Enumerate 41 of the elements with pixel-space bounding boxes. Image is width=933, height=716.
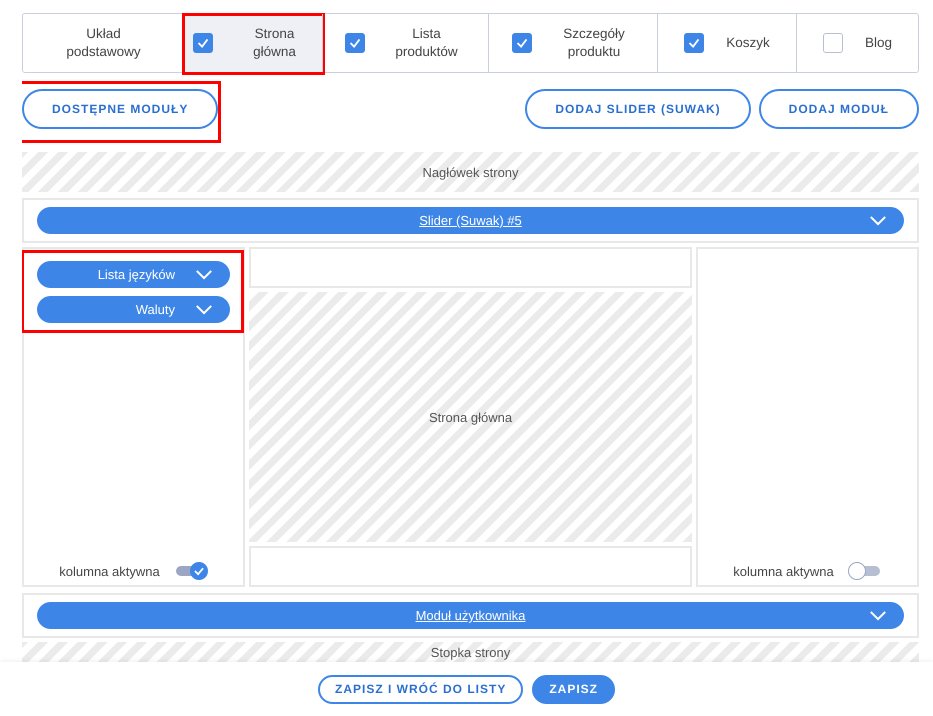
- save-and-return-button[interactable]: ZAPISZ I WRÓĆ DO LISTY: [318, 674, 524, 704]
- chevron-down-icon[interactable]: [869, 610, 887, 621]
- tab[interactable]: Układ podstawowy: [23, 14, 184, 72]
- bar-title-link[interactable]: Moduł użytkownika: [416, 608, 526, 623]
- tab-label: Lista produktów: [394, 25, 459, 61]
- chevron-down-icon[interactable]: [869, 215, 887, 226]
- column-active-label: kolumna aktywna: [59, 564, 160, 578]
- tab-label: Szczegóły produktu: [562, 25, 626, 61]
- zone-label: Stopka strony: [430, 645, 510, 660]
- column-active-label: kolumna aktywna: [733, 564, 834, 578]
- outline-button[interactable]: DODAJ SLIDER (SUWAK): [525, 89, 751, 129]
- tab[interactable]: Koszyk: [657, 14, 796, 72]
- tab-label: Strona główna: [252, 25, 297, 61]
- checkbox[interactable]: [684, 33, 704, 53]
- outline-button[interactable]: DODAJ MODUŁ: [758, 89, 919, 129]
- tab[interactable]: Strona główna: [184, 14, 322, 72]
- module-bar[interactable]: Moduł użytkownika: [37, 602, 904, 629]
- checkbox[interactable]: [822, 33, 843, 53]
- bar-title-link[interactable]: Slider (Suwak) #5: [419, 213, 522, 228]
- checkbox[interactable]: [344, 33, 364, 53]
- module-pill[interactable]: Waluty: [37, 296, 230, 323]
- slider-bar[interactable]: Slider (Suwak) #5: [37, 207, 904, 234]
- chevron-down-icon[interactable]: [195, 269, 213, 280]
- tab-label: Koszyk: [726, 34, 770, 52]
- checkbox[interactable]: [192, 33, 212, 53]
- zone-label: Nagłówek strony: [422, 164, 519, 180]
- chevron-down-icon[interactable]: [195, 304, 213, 315]
- module-pill[interactable]: Lista języków: [37, 261, 230, 288]
- checkbox[interactable]: [512, 33, 532, 53]
- tab[interactable]: Szczegóły produktu: [488, 14, 657, 72]
- module-label: Waluty: [136, 302, 175, 317]
- save-button[interactable]: ZAPISZ: [532, 674, 615, 704]
- tab[interactable]: Lista produktów: [322, 14, 488, 72]
- tab[interactable]: Blog: [796, 14, 918, 72]
- toggle-switch[interactable]: [174, 562, 208, 580]
- toggle-switch[interactable]: [848, 562, 882, 580]
- zone-label: Strona główna: [428, 410, 512, 424]
- tab-label: Układ podstawowy: [65, 25, 142, 61]
- tab-label: Blog: [864, 34, 892, 52]
- module-label: Lista języków: [98, 267, 175, 282]
- outline-button[interactable]: DOSTĘPNE MODUŁY: [22, 89, 218, 129]
